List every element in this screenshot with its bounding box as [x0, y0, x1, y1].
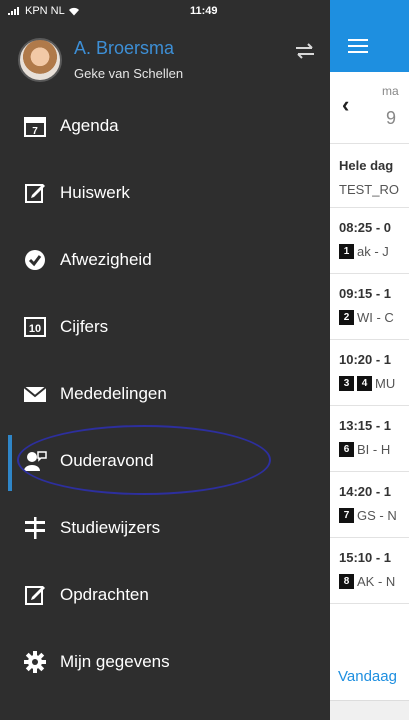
- menu-item-mededelingen[interactable]: Mededelingen: [0, 360, 330, 427]
- appointment-text: AK - N: [357, 574, 396, 589]
- agenda-panel: ‹ ma 9 Hele dag TEST_RO 08:25 - 0 1 ak - …: [330, 0, 409, 720]
- switch-account-button[interactable]: [292, 42, 318, 64]
- check-circle-icon: [22, 247, 48, 273]
- carrier-name: KPN NL: [25, 5, 65, 17]
- hour-badge: 6: [339, 442, 354, 457]
- drawer-menu: 7 Agenda Huiswerk Afwezigheid 10 Cijfers: [0, 92, 330, 695]
- appointment-time: 15:10 - 1: [339, 550, 392, 565]
- appointment-detail: TEST_RO: [339, 182, 399, 197]
- status-time: 11:49: [190, 5, 218, 17]
- highlight-annotation: [17, 425, 271, 495]
- chevron-left-icon[interactable]: ‹: [342, 92, 349, 118]
- menu-item-opdrachten[interactable]: Opdrachten: [0, 561, 330, 628]
- menu-item-studiewijzers[interactable]: Studiewijzers: [0, 494, 330, 561]
- hour-badge: 8: [339, 574, 354, 589]
- top-app-bar: [330, 0, 409, 72]
- menu-label: Agenda: [60, 115, 119, 135]
- appointment-time: 10:20 - 1: [339, 352, 392, 367]
- appointment-list: Hele dag TEST_RO 08:25 - 0 1 ak - J 09:15…: [330, 146, 409, 604]
- signpost-icon: [22, 515, 48, 541]
- list-item[interactable]: 13:15 - 1 6 BI - H: [330, 406, 409, 472]
- menu-item-mijn-gegevens[interactable]: Mijn gegevens: [0, 628, 330, 695]
- appointment-text: ak - J: [357, 244, 389, 259]
- appointment-time: 09:15 - 1: [339, 286, 392, 301]
- envelope-icon: [22, 381, 48, 407]
- hour-badge: 2: [339, 310, 354, 325]
- list-item[interactable]: 09:15 - 1 2 WI - C: [330, 274, 409, 340]
- menu-label: Afwezigheid: [60, 249, 152, 269]
- status-bar: KPN NL 11:49: [0, 0, 330, 24]
- user-name: A. Broersma: [74, 38, 175, 58]
- list-item[interactable]: 10:20 - 1 3 4 MU: [330, 340, 409, 406]
- appointment-detail: 1 ak - J: [339, 244, 389, 259]
- wifi-icon: [68, 7, 79, 15]
- list-item[interactable]: 14:20 - 1 7 GS - N: [330, 472, 409, 538]
- appointment-text: WI - C: [357, 310, 394, 325]
- list-item[interactable]: 15:10 - 1 8 AK - N: [330, 538, 409, 604]
- hour-badge: 3: [339, 376, 354, 391]
- menu-label: Huiswerk: [60, 182, 130, 202]
- today-link[interactable]: Vandaag: [338, 668, 397, 685]
- signal-icon: [8, 7, 22, 15]
- hour-badge: 4: [357, 376, 372, 391]
- day-number: 9: [386, 108, 397, 128]
- svg-text:10: 10: [29, 323, 41, 335]
- bottom-bar: [330, 700, 409, 720]
- avatar: [18, 38, 62, 82]
- list-item[interactable]: 08:25 - 0 1 ak - J: [330, 208, 409, 274]
- carrier-indicator: KPN NL: [8, 5, 80, 17]
- edit-icon: [22, 582, 48, 608]
- list-item[interactable]: Hele dag TEST_RO: [330, 146, 409, 208]
- menu-item-cijfers[interactable]: 10 Cijfers: [0, 293, 330, 360]
- appointment-text: MU: [375, 376, 396, 391]
- appointment-time: 14:20 - 1: [339, 484, 392, 499]
- menu-label: Cijfers: [60, 316, 109, 336]
- appointment-time: Hele dag: [339, 158, 394, 173]
- menu-label: Studiewijzers: [60, 517, 161, 537]
- switch-arrows-icon: [296, 43, 314, 59]
- menu-label: Opdrachten: [60, 584, 149, 604]
- hour-badge: 7: [339, 508, 354, 523]
- appointment-detail: 7 GS - N: [339, 508, 397, 523]
- appointment-detail: 2 WI - C: [339, 310, 394, 325]
- edit-icon: [22, 180, 48, 206]
- menu-icon[interactable]: [348, 39, 368, 53]
- menu-label: Mededelingen: [60, 383, 167, 403]
- menu-item-afwezigheid[interactable]: Afwezigheid: [0, 226, 330, 293]
- child-name: Geke van Schellen: [74, 66, 184, 81]
- grades-icon: 10: [22, 314, 48, 340]
- appointment-time: 13:15 - 1: [339, 418, 392, 433]
- appointment-text: GS - N: [357, 508, 397, 523]
- appointment-text: TEST_RO: [339, 182, 399, 197]
- menu-label: Mijn gegevens: [60, 651, 170, 671]
- appointment-time: 08:25 - 0: [339, 220, 392, 235]
- gear-icon: [22, 649, 48, 675]
- appointment-text: BI - H: [357, 442, 391, 457]
- appointment-detail: 3 4 MU: [339, 376, 395, 391]
- calendar-icon: 7: [22, 113, 48, 139]
- menu-item-huiswerk[interactable]: Huiswerk: [0, 159, 330, 226]
- day-of-week: ma: [382, 84, 399, 98]
- menu-item-agenda[interactable]: 7 Agenda: [0, 92, 330, 159]
- hour-badge: 1: [339, 244, 354, 259]
- svg-text:7: 7: [32, 126, 38, 137]
- date-navigator: ‹ ma 9: [330, 72, 409, 144]
- profile-header[interactable]: A. Broersma Geke van Schellen: [18, 36, 318, 86]
- appointment-detail: 6 BI - H: [339, 442, 390, 457]
- navigation-drawer: KPN NL 11:49 A. Broersma Geke van Schell…: [0, 0, 330, 720]
- appointment-detail: 8 AK - N: [339, 574, 395, 589]
